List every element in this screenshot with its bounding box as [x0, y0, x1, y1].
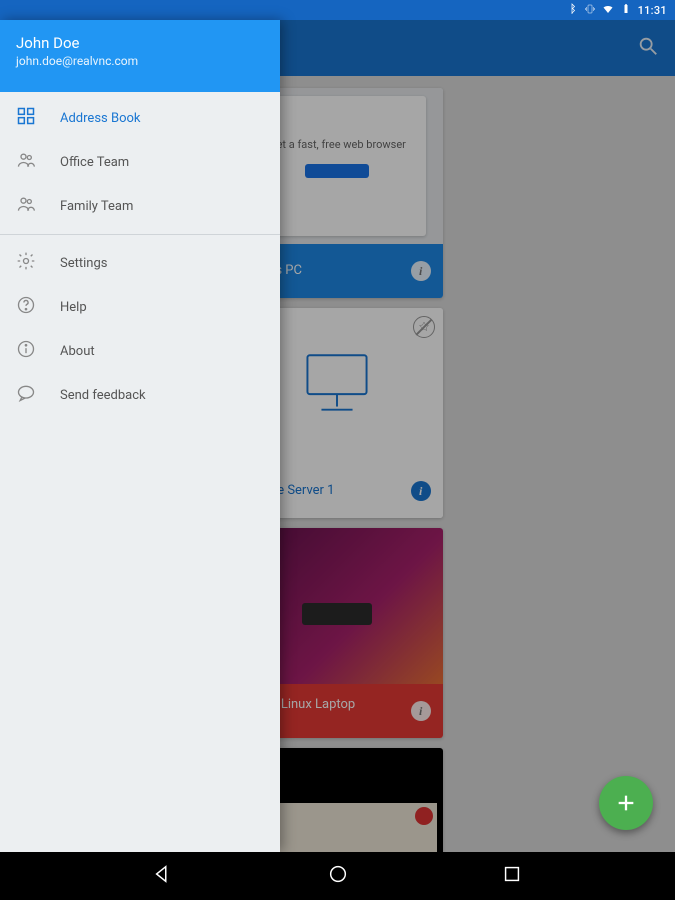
- help-icon: [16, 295, 36, 319]
- drawer-item-about[interactable]: About: [0, 329, 280, 373]
- drawer-item-address-book[interactable]: Address Book: [0, 96, 280, 140]
- drawer-item-office-team[interactable]: Office Team: [0, 140, 280, 184]
- drawer-item-label: Settings: [60, 256, 107, 271]
- drawer-item-label: Send feedback: [60, 388, 146, 403]
- wifi-icon: [602, 3, 614, 18]
- plus-icon: [615, 792, 637, 814]
- vibrate-icon: [584, 3, 596, 18]
- grid-icon: [16, 106, 36, 130]
- battery-icon: [620, 3, 632, 18]
- navigation-drawer: John Doe john.doe@realvnc.com Address Bo…: [0, 20, 280, 852]
- account-email: john.doe@realvnc.com: [16, 54, 264, 68]
- drawer-item-label: Address Book: [60, 111, 140, 126]
- drawer-item-label: About: [60, 344, 95, 359]
- bluetooth-icon: [566, 3, 578, 18]
- info-icon: [16, 339, 36, 363]
- clock: 11:31: [638, 4, 667, 17]
- drawer-item-family-team[interactable]: Family Team: [0, 184, 280, 228]
- drawer-item-help[interactable]: Help: [0, 285, 280, 329]
- people-icon: [16, 150, 36, 174]
- drawer-list: Address Book Office Team Family Team Set…: [0, 92, 280, 417]
- drawer-item-label: Family Team: [60, 199, 133, 214]
- drawer-item-feedback[interactable]: Send feedback: [0, 373, 280, 417]
- add-computer-fab[interactable]: [599, 776, 653, 830]
- recents-button[interactable]: [501, 863, 523, 889]
- account-name: John Doe: [16, 34, 264, 52]
- back-button[interactable]: [152, 863, 174, 889]
- android-status-bar: 11:31: [0, 0, 675, 20]
- drawer-account-header[interactable]: John Doe john.doe@realvnc.com: [0, 20, 280, 92]
- people-icon: [16, 194, 36, 218]
- drawer-item-label: Office Team: [60, 155, 129, 170]
- home-button[interactable]: [327, 863, 349, 889]
- divider: [0, 234, 280, 235]
- android-nav-bar: [0, 852, 675, 900]
- gear-icon: [16, 251, 36, 275]
- drawer-item-settings[interactable]: Settings: [0, 241, 280, 285]
- drawer-item-label: Help: [60, 300, 87, 315]
- chat-bubble-icon: [16, 383, 36, 407]
